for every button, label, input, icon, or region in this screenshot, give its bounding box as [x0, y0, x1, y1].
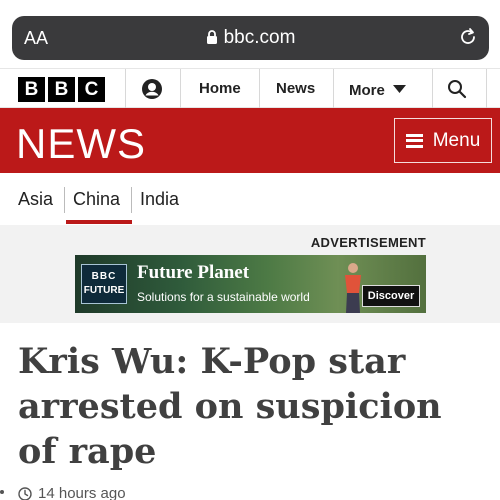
nav-home[interactable]: Home — [199, 80, 241, 97]
news-logo[interactable]: NEWS — [16, 120, 146, 168]
advertisement-label: ADVERTISEMENT — [310, 235, 426, 250]
search-icon[interactable] — [447, 79, 467, 104]
article-meta: 14 hours ago — [0, 484, 500, 500]
bbc-future-logo-bottom: FUTURE — [83, 285, 125, 296]
url-text: bbc.com — [223, 27, 296, 48]
url-display[interactable]: bbc.com — [12, 27, 489, 51]
bbc-masthead: B B C Home News More — [0, 68, 500, 109]
article-timestamp: 14 hours ago — [38, 485, 126, 500]
address-bar[interactable]: AA bbc.com — [12, 16, 489, 60]
nav-news[interactable]: News — [276, 80, 315, 97]
section-nav-asia[interactable]: Asia — [18, 189, 53, 210]
menu-label: Menu — [432, 129, 481, 151]
bbc-logo[interactable]: B B C — [18, 77, 105, 102]
hamburger-icon — [405, 133, 423, 148]
section-nav: Asia China India — [0, 173, 500, 225]
news-header: NEWS Menu — [0, 108, 500, 173]
account-icon[interactable] — [141, 78, 163, 105]
divider — [180, 69, 181, 109]
advertisement-slot: ADVERTISEMENT BBC FUTURE Future Planet S… — [0, 225, 500, 323]
divider — [486, 69, 487, 109]
divider — [333, 69, 334, 109]
divider — [259, 69, 260, 109]
bbc-logo-letter: C — [78, 77, 105, 102]
nav-more[interactable]: More — [349, 80, 406, 99]
browser-toolbar: AA bbc.com — [0, 0, 500, 68]
bullet — [0, 490, 4, 494]
chevron-down-icon — [392, 80, 406, 97]
bbc-logo-letter: B — [18, 77, 45, 102]
menu-button[interactable]: Menu — [394, 118, 492, 163]
section-nav-india[interactable]: India — [140, 189, 179, 210]
clock-icon — [18, 487, 32, 500]
bbc-future-logo: BBC FUTURE — [81, 264, 127, 304]
divider — [125, 69, 126, 109]
ad-banner[interactable]: BBC FUTURE Future Planet Solutions for a… — [75, 255, 426, 313]
divider — [432, 69, 433, 109]
reload-icon[interactable] — [457, 26, 479, 53]
section-nav-china[interactable]: China — [73, 189, 120, 210]
discover-button[interactable]: Discover — [362, 285, 420, 307]
divider — [64, 187, 65, 213]
active-tab-indicator — [66, 220, 132, 224]
bbc-logo-letter: B — [48, 77, 75, 102]
ad-subtitle: Solutions for a sustainable world — [137, 290, 310, 304]
divider — [131, 187, 132, 213]
ad-title: Future Planet — [137, 262, 250, 283]
lock-icon — [206, 29, 218, 51]
nav-more-label: More — [349, 82, 385, 99]
bbc-future-logo-top: BBC — [91, 271, 117, 282]
article-headline[interactable]: Kris Wu: K-Pop star arrested on suspicio… — [18, 339, 488, 474]
